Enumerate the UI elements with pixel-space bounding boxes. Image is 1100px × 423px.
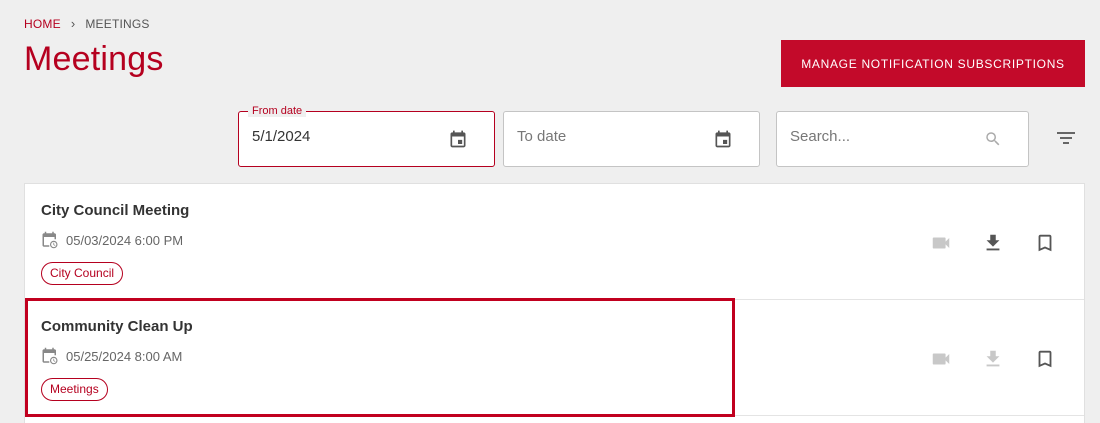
meeting-tag[interactable]: Meetings <box>41 378 108 401</box>
meeting-row[interactable]: City Council Meeting 05/03/2024 6:00 PM … <box>25 184 1084 300</box>
calendar-icon[interactable] <box>713 129 733 149</box>
search-icon[interactable] <box>984 130 1002 148</box>
video-icon[interactable] <box>930 232 952 254</box>
chevron-right-icon: › <box>70 16 76 31</box>
filter-icon[interactable] <box>1055 129 1077 147</box>
meeting-datetime-text: 05/03/2024 6:00 PM <box>66 232 184 248</box>
meeting-tag[interactable]: City Council <box>41 262 124 285</box>
search-field[interactable] <box>776 111 1029 167</box>
bookmark-icon[interactable] <box>1034 232 1056 254</box>
meeting-row[interactable]: Community Clean Up 05/25/2024 8:00 AM Me… <box>25 300 1084 416</box>
search-input[interactable] <box>790 128 970 145</box>
meeting-datetime-text: 05/25/2024 8:00 AM <box>66 348 183 364</box>
to-date-field[interactable] <box>503 111 760 167</box>
to-date-input[interactable] <box>517 128 697 145</box>
meeting-datetime: 05/25/2024 8:00 AM <box>41 347 182 365</box>
breadcrumb: HOME › MEETINGS <box>24 16 150 31</box>
page-title: Meetings <box>24 40 164 78</box>
manage-notification-subscriptions-button[interactable]: MANAGE NOTIFICATION SUBSCRIPTIONS <box>781 40 1085 87</box>
download-icon[interactable] <box>982 232 1004 254</box>
meeting-title[interactable]: Community Clean Up <box>41 318 193 335</box>
bookmark-icon[interactable] <box>1034 348 1056 370</box>
calendar-icon[interactable] <box>448 129 468 149</box>
meeting-list: City Council Meeting 05/03/2024 6:00 PM … <box>24 183 1085 423</box>
breadcrumb-home-link[interactable]: HOME <box>24 17 61 31</box>
meeting-actions <box>930 348 1056 370</box>
video-icon[interactable] <box>930 348 952 370</box>
meeting-actions <box>930 232 1056 254</box>
download-icon[interactable] <box>982 348 1004 370</box>
calendar-clock-icon <box>42 231 58 249</box>
calendar-clock-icon <box>42 347 58 365</box>
from-date-label: From date <box>248 105 307 117</box>
breadcrumb-current: MEETINGS <box>85 16 150 31</box>
from-date-field[interactable]: From date <box>238 105 495 167</box>
meeting-datetime: 05/03/2024 6:00 PM <box>41 231 183 249</box>
from-date-input[interactable] <box>252 128 432 145</box>
meeting-title[interactable]: City Council Meeting <box>41 202 189 219</box>
